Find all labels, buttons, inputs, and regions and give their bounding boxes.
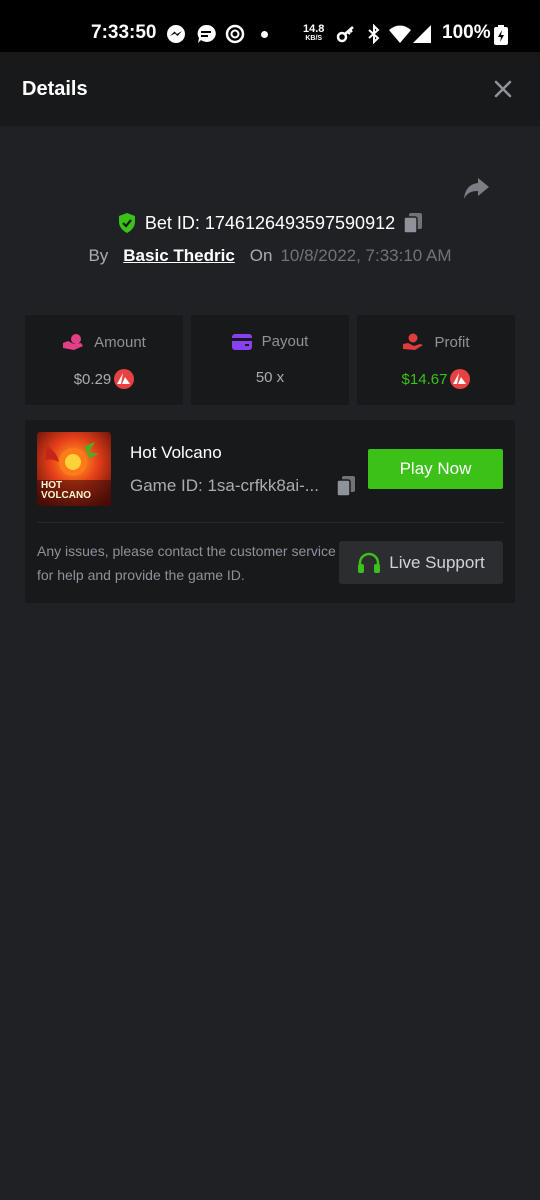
notification-dot	[261, 31, 268, 38]
user-link[interactable]: Basic Thedric	[123, 246, 235, 266]
avax-coin-icon	[114, 369, 135, 389]
live-support-button[interactable]: Live Support	[339, 541, 503, 584]
stat-value: 50 x	[255, 369, 285, 386]
wifi-icon	[389, 25, 411, 43]
game-name: Hot Volcano	[130, 443, 222, 462]
amount-icon	[63, 334, 84, 350]
bet-date: 10/8/2022, 7:33:10 AM	[280, 246, 452, 265]
status-time: 7:33:50	[91, 22, 157, 43]
net-speed: 14.8 KB/S	[303, 23, 325, 43]
by-label: By	[88, 246, 109, 265]
live-support-label: Live Support	[389, 552, 485, 572]
stat-payout: Payout 50 x	[191, 315, 349, 405]
play-now-button[interactable]: Play Now	[368, 449, 503, 489]
copy-icon[interactable]	[336, 475, 356, 497]
wallet-icon	[231, 333, 252, 350]
headset-icon	[358, 552, 381, 573]
signal-icon	[413, 25, 431, 43]
stat-profit: Profit $14.67	[357, 315, 515, 405]
close-icon[interactable]	[490, 76, 516, 102]
messenger-icon	[167, 25, 185, 43]
stat-value: $14.67	[401, 370, 448, 388]
avax-coin-icon	[450, 369, 471, 389]
battery-icon	[494, 25, 508, 45]
chat-icon	[197, 24, 216, 43]
profit-hand-icon	[403, 333, 424, 350]
game-thumbnail[interactable]: HOT VOLCANO	[37, 432, 111, 506]
stat-label: Amount	[94, 333, 146, 351]
status-bar: 7:33:50 14.8 KB/S 100%	[0, 0, 540, 52]
game-card: HOT VOLCANO Hot Volcano Game ID: 1sa-crf…	[25, 420, 515, 603]
details-header: Details	[0, 52, 540, 126]
stat-label: Profit	[434, 333, 470, 351]
battery-percent: 100%	[442, 22, 491, 43]
sync-icon	[225, 24, 245, 44]
page-title: Details	[22, 78, 88, 100]
support-note: Any issues, please contact the customer …	[37, 543, 336, 583]
divider	[37, 522, 503, 523]
bluetooth-icon	[368, 24, 380, 44]
bet-meta-row: By Basic Thedric On 10/8/2022, 7:33:10 A…	[0, 246, 540, 270]
game-id-row: Game ID: 1sa-crfkk8ai-...	[130, 475, 356, 497]
copy-icon[interactable]	[403, 212, 423, 234]
bet-id-row: Bet ID: 1746126493597590912	[0, 212, 540, 240]
verified-shield-icon	[118, 213, 135, 233]
thumb-title-2: VOLCANO	[41, 490, 91, 501]
game-id: Game ID: 1sa-crfkk8ai-...	[130, 476, 319, 495]
on-label: On	[249, 246, 273, 265]
stat-label: Payout	[261, 333, 309, 350]
stat-value: $0.29	[73, 370, 112, 388]
bet-id: Bet ID: 1746126493597590912	[144, 212, 396, 233]
key-icon	[336, 26, 354, 43]
stat-amount: Amount $0.29	[25, 315, 183, 405]
share-icon[interactable]	[462, 176, 490, 202]
